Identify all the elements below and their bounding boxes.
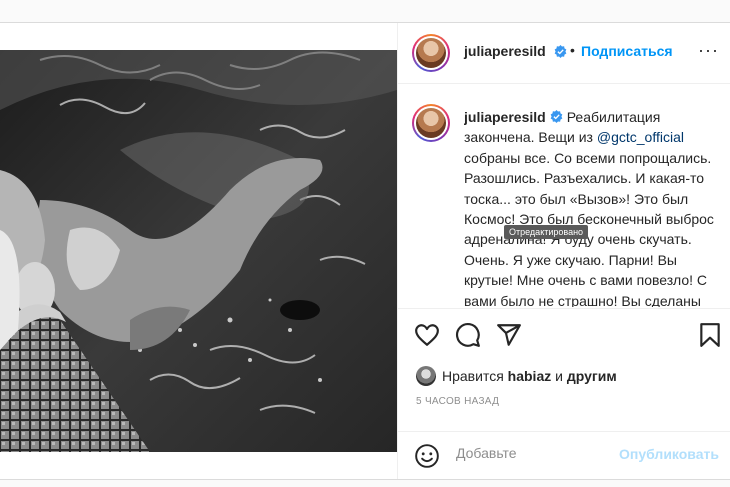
likes-prefix: Нравится: [442, 368, 508, 384]
verified-icon: [550, 110, 563, 123]
separator-dot: •: [570, 42, 575, 58]
caption-avatar[interactable]: [412, 104, 450, 142]
post-timestamp[interactable]: 5 ЧАСОВ НАЗАД: [416, 396, 499, 407]
photo-image: [0, 50, 397, 452]
follow-button[interactable]: Подписаться: [581, 43, 673, 59]
action-bar: [398, 308, 730, 361]
share-icon[interactable]: [496, 322, 522, 348]
comment-icon[interactable]: [455, 322, 481, 348]
emoji-icon[interactable]: [414, 443, 440, 469]
post-header: juliaperesild • Подписаться ···: [398, 23, 730, 84]
heart-icon[interactable]: [414, 322, 440, 348]
post-photo[interactable]: [0, 50, 397, 452]
verified-icon: [554, 45, 567, 58]
comment-input[interactable]: Добавьте: [456, 445, 517, 461]
publish-button[interactable]: Опубликовать: [619, 446, 719, 462]
caption-text-rest: собраны все. Со всеми попрощались. Разош…: [464, 149, 714, 307]
post-sidebar: juliaperesild • Подписаться ··· juliaper…: [397, 23, 730, 479]
comment-bar: Добавьте Опубликовать: [398, 431, 730, 480]
edited-tooltip: Отредактировано: [504, 225, 589, 239]
bookmark-icon[interactable]: [697, 322, 723, 348]
liker-avatar: [416, 366, 436, 386]
likes-summary[interactable]: Нравится habiaz и другим: [416, 366, 716, 388]
caption-mention-link[interactable]: @gctc_official: [597, 129, 684, 145]
post-caption: juliaperesild Реабилитация закончена. Вещ…: [464, 107, 726, 307]
caption-username[interactable]: juliaperesild: [464, 109, 546, 125]
author-username[interactable]: juliaperesild: [464, 43, 546, 59]
likes-others-link[interactable]: другим: [567, 368, 617, 384]
author-avatar[interactable]: [412, 34, 450, 72]
more-icon[interactable]: ···: [698, 40, 719, 61]
likes-and: и: [551, 368, 567, 384]
liker-username[interactable]: habiaz: [508, 368, 552, 384]
post-card: Отредактировано juliaperesild • Подписат…: [0, 22, 730, 480]
